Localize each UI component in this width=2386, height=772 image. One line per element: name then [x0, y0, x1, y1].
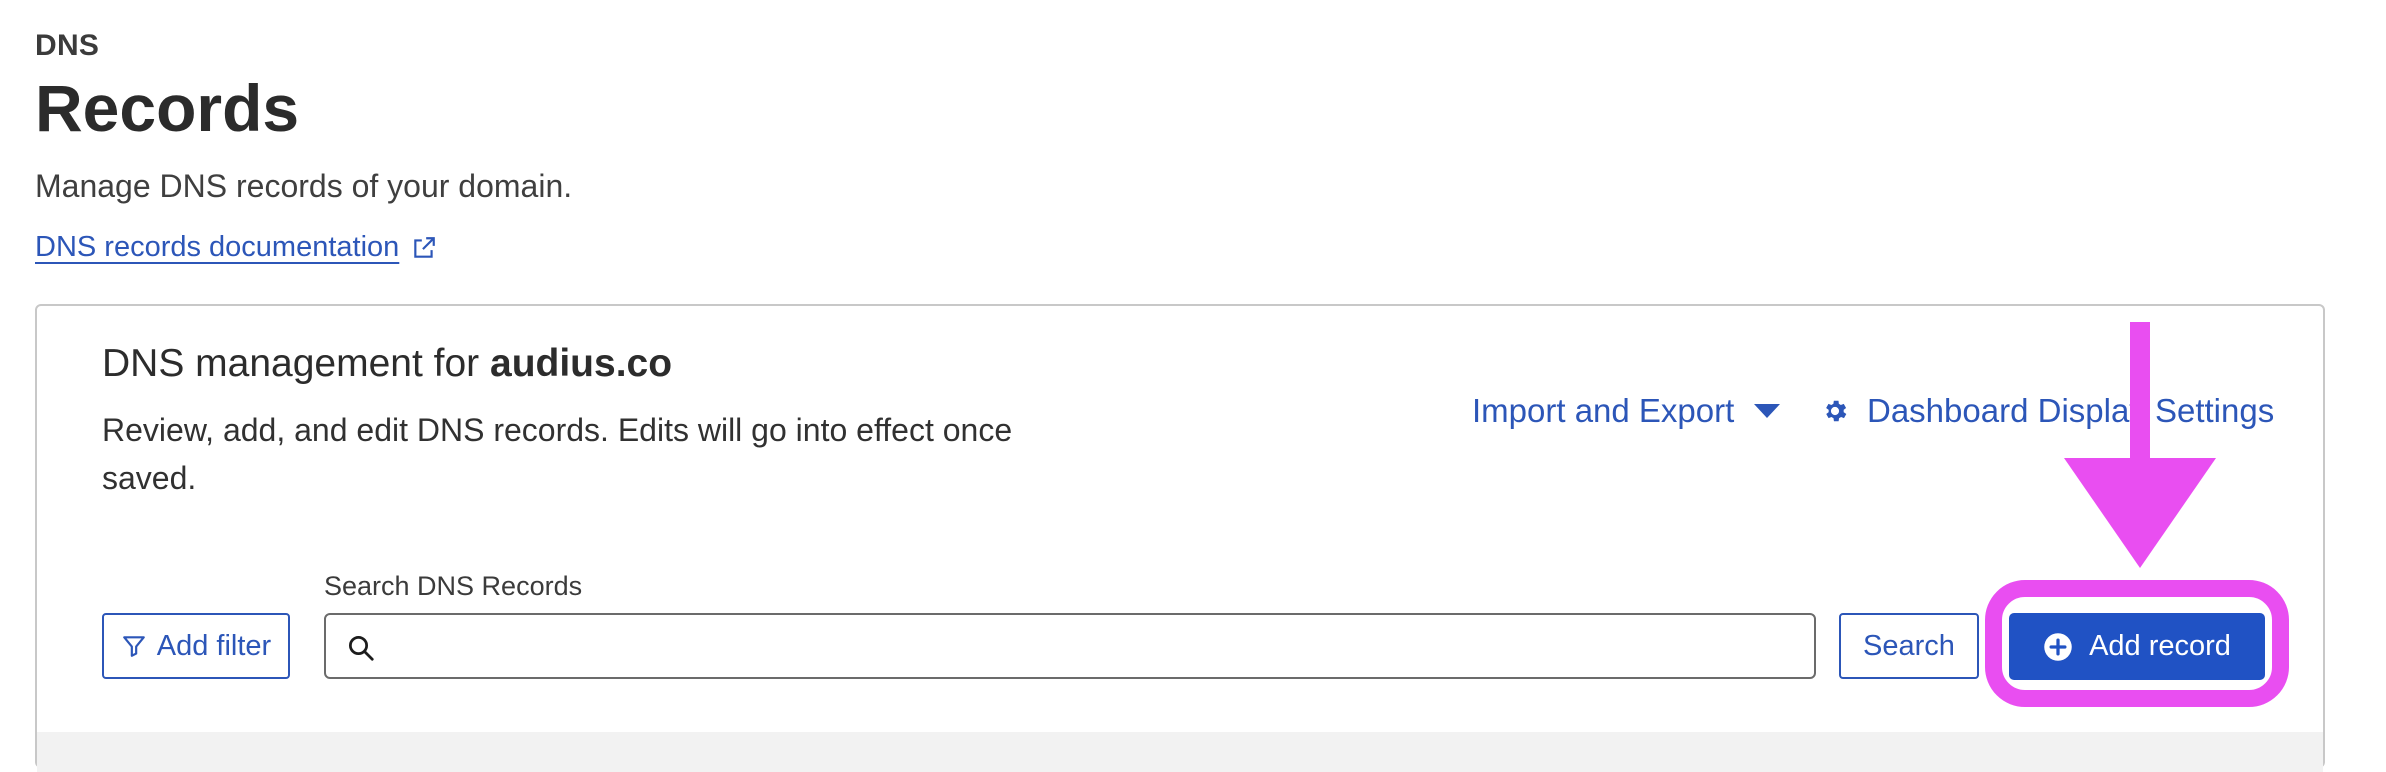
page-title: Records	[35, 71, 300, 145]
search-input[interactable]	[390, 623, 1794, 671]
domain-name: audius.co	[490, 342, 673, 385]
search-field[interactable]	[324, 613, 1816, 679]
card-title-prefix: DNS management for	[102, 342, 491, 385]
add-filter-label: Add filter	[156, 629, 272, 662]
dns-records-documentation-link[interactable]: DNS records documentation	[35, 231, 437, 264]
import-export-dropdown[interactable]: Import and Export	[1472, 392, 1782, 430]
doc-link-label: DNS records documentation	[35, 231, 400, 263]
caret-down-icon	[1754, 404, 1781, 418]
card-description: Review, add, and edit DNS records. Edits…	[102, 412, 1013, 496]
dns-management-card: DNS management for audius.co Review, add…	[35, 304, 2325, 772]
import-export-label: Import and Export	[1472, 392, 1735, 429]
filter-icon	[122, 636, 145, 657]
plus-circle-icon	[2044, 632, 2072, 661]
add-filter-button[interactable]: Add filter	[102, 613, 290, 679]
search-button[interactable]: Search	[1839, 613, 1979, 679]
card-table-header-strip	[37, 732, 2323, 772]
section-label: DNS	[35, 29, 100, 62]
dashboard-display-settings-label: Dashboard Display Settings	[1867, 392, 2275, 429]
external-link-icon	[414, 236, 436, 258]
gear-icon	[1826, 400, 1847, 422]
search-icon	[349, 636, 374, 661]
dashboard-display-settings-button[interactable]: Dashboard Display Settings	[1821, 392, 2274, 430]
add-record-label: Add record	[2089, 630, 2231, 662]
add-record-button[interactable]: Add record	[2009, 613, 2265, 680]
card-title: DNS management for audius.co	[102, 342, 672, 386]
search-label: Search DNS Records	[324, 571, 583, 601]
page-description: Manage DNS records of your domain.	[35, 168, 573, 204]
